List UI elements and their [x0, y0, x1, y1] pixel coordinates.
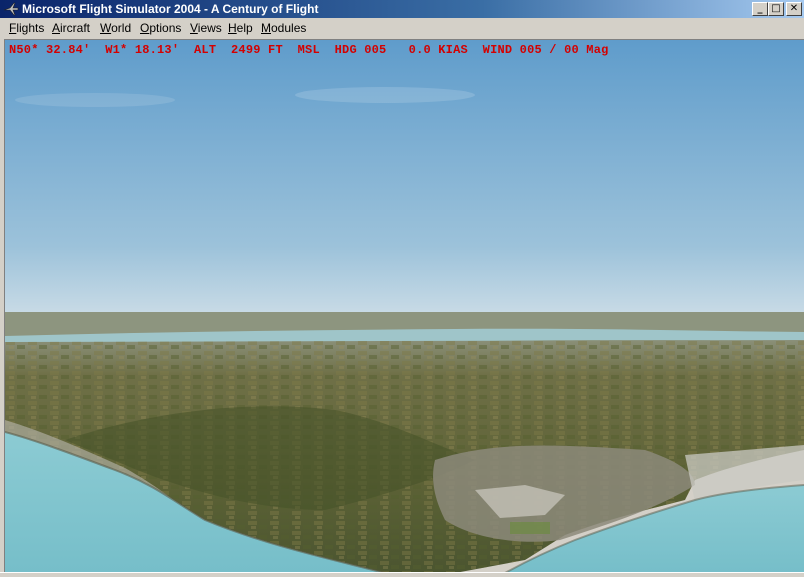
window-title: Microsoft Flight Simulator 2004 - A Cent…	[22, 2, 319, 16]
airplane-icon[interactable]	[3, 1, 19, 17]
title-bar[interactable]: Microsoft Flight Simulator 2004 - A Cent…	[0, 0, 804, 18]
restore-icon: □	[771, 3, 781, 14]
menu-help[interactable]: Help	[228, 20, 253, 36]
flight-3d-view[interactable]: N50* 32.84' W1* 18.13' ALT 2499 FT MSL H…	[4, 39, 804, 573]
minimize-icon: _	[757, 3, 763, 14]
close-button[interactable]: ✕	[786, 2, 802, 16]
close-icon: ✕	[789, 3, 799, 14]
menu-modules[interactable]: Modules	[261, 20, 306, 36]
menu-flights[interactable]: Flights	[9, 20, 44, 36]
status-bar	[0, 572, 804, 577]
app-window: Microsoft Flight Simulator 2004 - A Cent…	[0, 0, 804, 577]
scenery	[5, 40, 804, 573]
menu-views[interactable]: Views	[190, 20, 222, 36]
maximize-button[interactable]: □	[768, 2, 784, 16]
menu-aircraft[interactable]: Aircraft	[52, 20, 90, 36]
menu-world[interactable]: World	[100, 20, 131, 36]
position-readout: N50* 32.84' W1* 18.13' ALT 2499 FT MSL H…	[9, 43, 609, 57]
menu-options[interactable]: Options	[140, 20, 181, 36]
minimize-button[interactable]: _	[752, 2, 768, 16]
menu-bar: Flights Aircraft World Options Views Hel…	[0, 18, 804, 38]
